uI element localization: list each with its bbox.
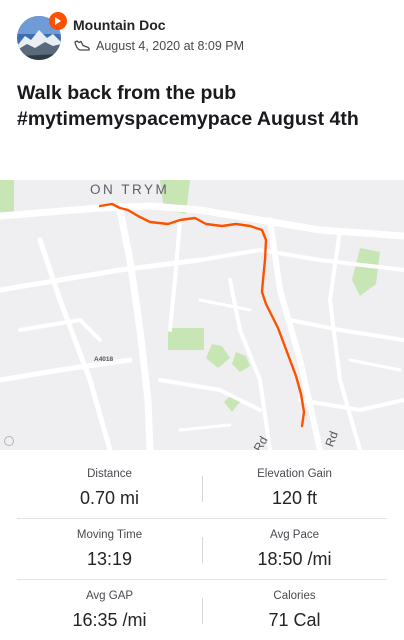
park-area [352,248,380,296]
park-area [232,352,250,372]
stat-label: Elevation Gain [257,468,332,480]
athlete-name[interactable]: Mountain Doc [73,17,166,33]
stat-distance: Distance 0.70 mi [17,458,202,509]
stat-value: 16:35 /mi [72,610,147,630]
stat-row: Avg GAP 16:35 /mi Calories 71 Cal [17,580,387,640]
park-area [206,344,230,368]
activity-title: Walk back from the pub #mytimemyspacemyp… [17,82,359,130]
route-map[interactable]: ON TRYM A4018 Rd Rd [0,180,404,450]
stat-calories: Calories 71 Cal [202,580,387,631]
stat-label: Distance [87,468,132,480]
stat-label: Calories [273,590,316,602]
stat-value: 120 ft [271,488,318,508]
stat-value: 71 Cal [268,610,321,630]
map-canvas [0,180,404,450]
stat-label: Moving Time [76,529,143,541]
activity-timestamp: August 4, 2020 at 8:09 PM [96,39,245,53]
stat-value: 0.70 mi [79,488,140,508]
subscriber-badge-icon [49,12,67,30]
stat-value: 18:50 /mi [257,549,332,569]
activity-meta: August 4, 2020 at 8:09 PM [73,39,244,53]
avatar[interactable] [17,12,67,60]
stat-avg-pace: Avg Pace 18:50 /mi [202,519,387,570]
stat-row: Moving Time 13:19 Avg Pace 18:50 /mi [17,519,387,580]
stat-moving-time: Moving Time 13:19 [17,519,202,570]
stat-label: Avg Pace [269,529,319,541]
map-attribution-icon[interactable] [4,436,14,446]
stat-avg-gap: Avg GAP 16:35 /mi [17,580,202,631]
activity-header: Mountain Doc August 4, 2020 at 8:09 PM [0,0,404,70]
walk-shoe-icon [74,40,90,51]
activity-stats: Distance 0.70 mi Elevation Gain 120 ft M… [0,458,404,640]
park-area [168,328,204,350]
stat-row: Distance 0.70 mi Elevation Gain 120 ft [17,458,387,519]
stat-value: 13:19 [86,549,133,569]
stat-elevation-gain: Elevation Gain 120 ft [202,458,387,509]
place-label: ON TRYM [90,182,170,197]
stat-label: Avg GAP [85,590,134,602]
road-label: A4018 [94,356,114,363]
